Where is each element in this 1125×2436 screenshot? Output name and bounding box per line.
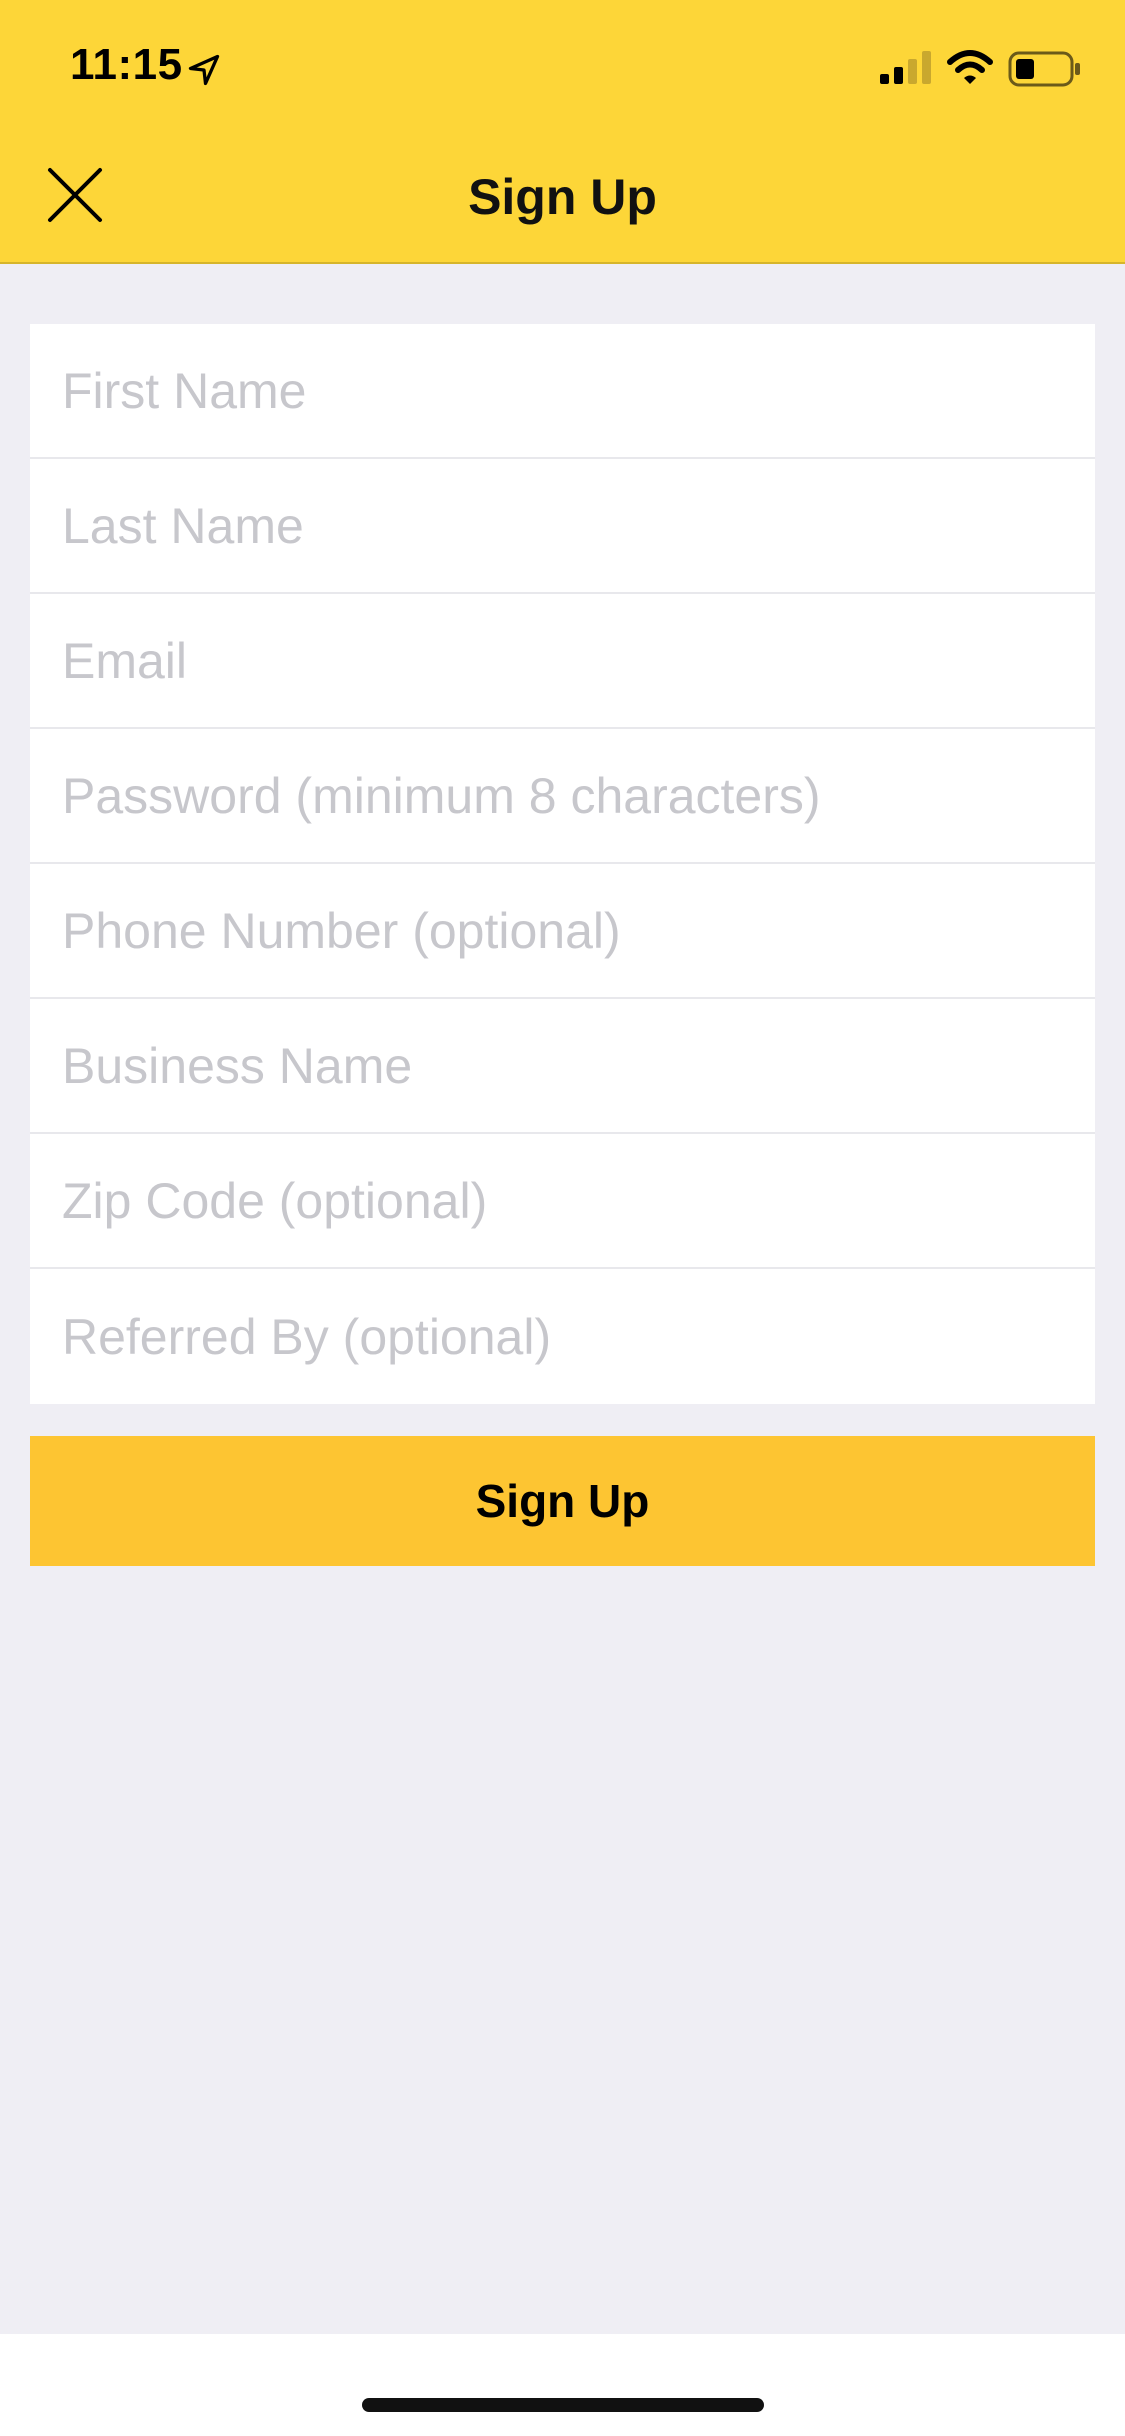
home-indicator-area bbox=[0, 2334, 1125, 2436]
email-row bbox=[30, 594, 1095, 729]
first-name-row bbox=[30, 324, 1095, 459]
phone-number-field[interactable] bbox=[30, 864, 1095, 997]
signup-form bbox=[30, 324, 1095, 1404]
wifi-icon bbox=[947, 50, 993, 84]
battery-icon bbox=[1008, 51, 1080, 87]
status-time: 11:15 bbox=[70, 40, 183, 89]
referred-by-row bbox=[30, 1269, 1095, 1404]
page-title: Sign Up bbox=[468, 169, 657, 225]
business-name-field[interactable] bbox=[30, 999, 1095, 1132]
location-arrow-icon bbox=[188, 54, 220, 86]
zip-code-field[interactable] bbox=[30, 1134, 1095, 1267]
phone-row bbox=[30, 864, 1095, 999]
password-row bbox=[30, 729, 1095, 864]
password-field[interactable] bbox=[30, 729, 1095, 862]
home-indicator[interactable] bbox=[362, 2398, 764, 2412]
sign-up-button[interactable]: Sign Up bbox=[30, 1436, 1095, 1566]
cellular-signal-icon bbox=[880, 51, 931, 84]
referred-by-field[interactable] bbox=[30, 1269, 1095, 1404]
first-name-field[interactable] bbox=[30, 324, 1095, 457]
last-name-row bbox=[30, 459, 1095, 594]
email-field[interactable] bbox=[30, 594, 1095, 727]
header-bar: 11:15 Sign Up bbox=[0, 0, 1125, 264]
last-name-field[interactable] bbox=[30, 459, 1095, 592]
zip-code-row bbox=[30, 1134, 1095, 1269]
business-name-row bbox=[30, 999, 1095, 1134]
